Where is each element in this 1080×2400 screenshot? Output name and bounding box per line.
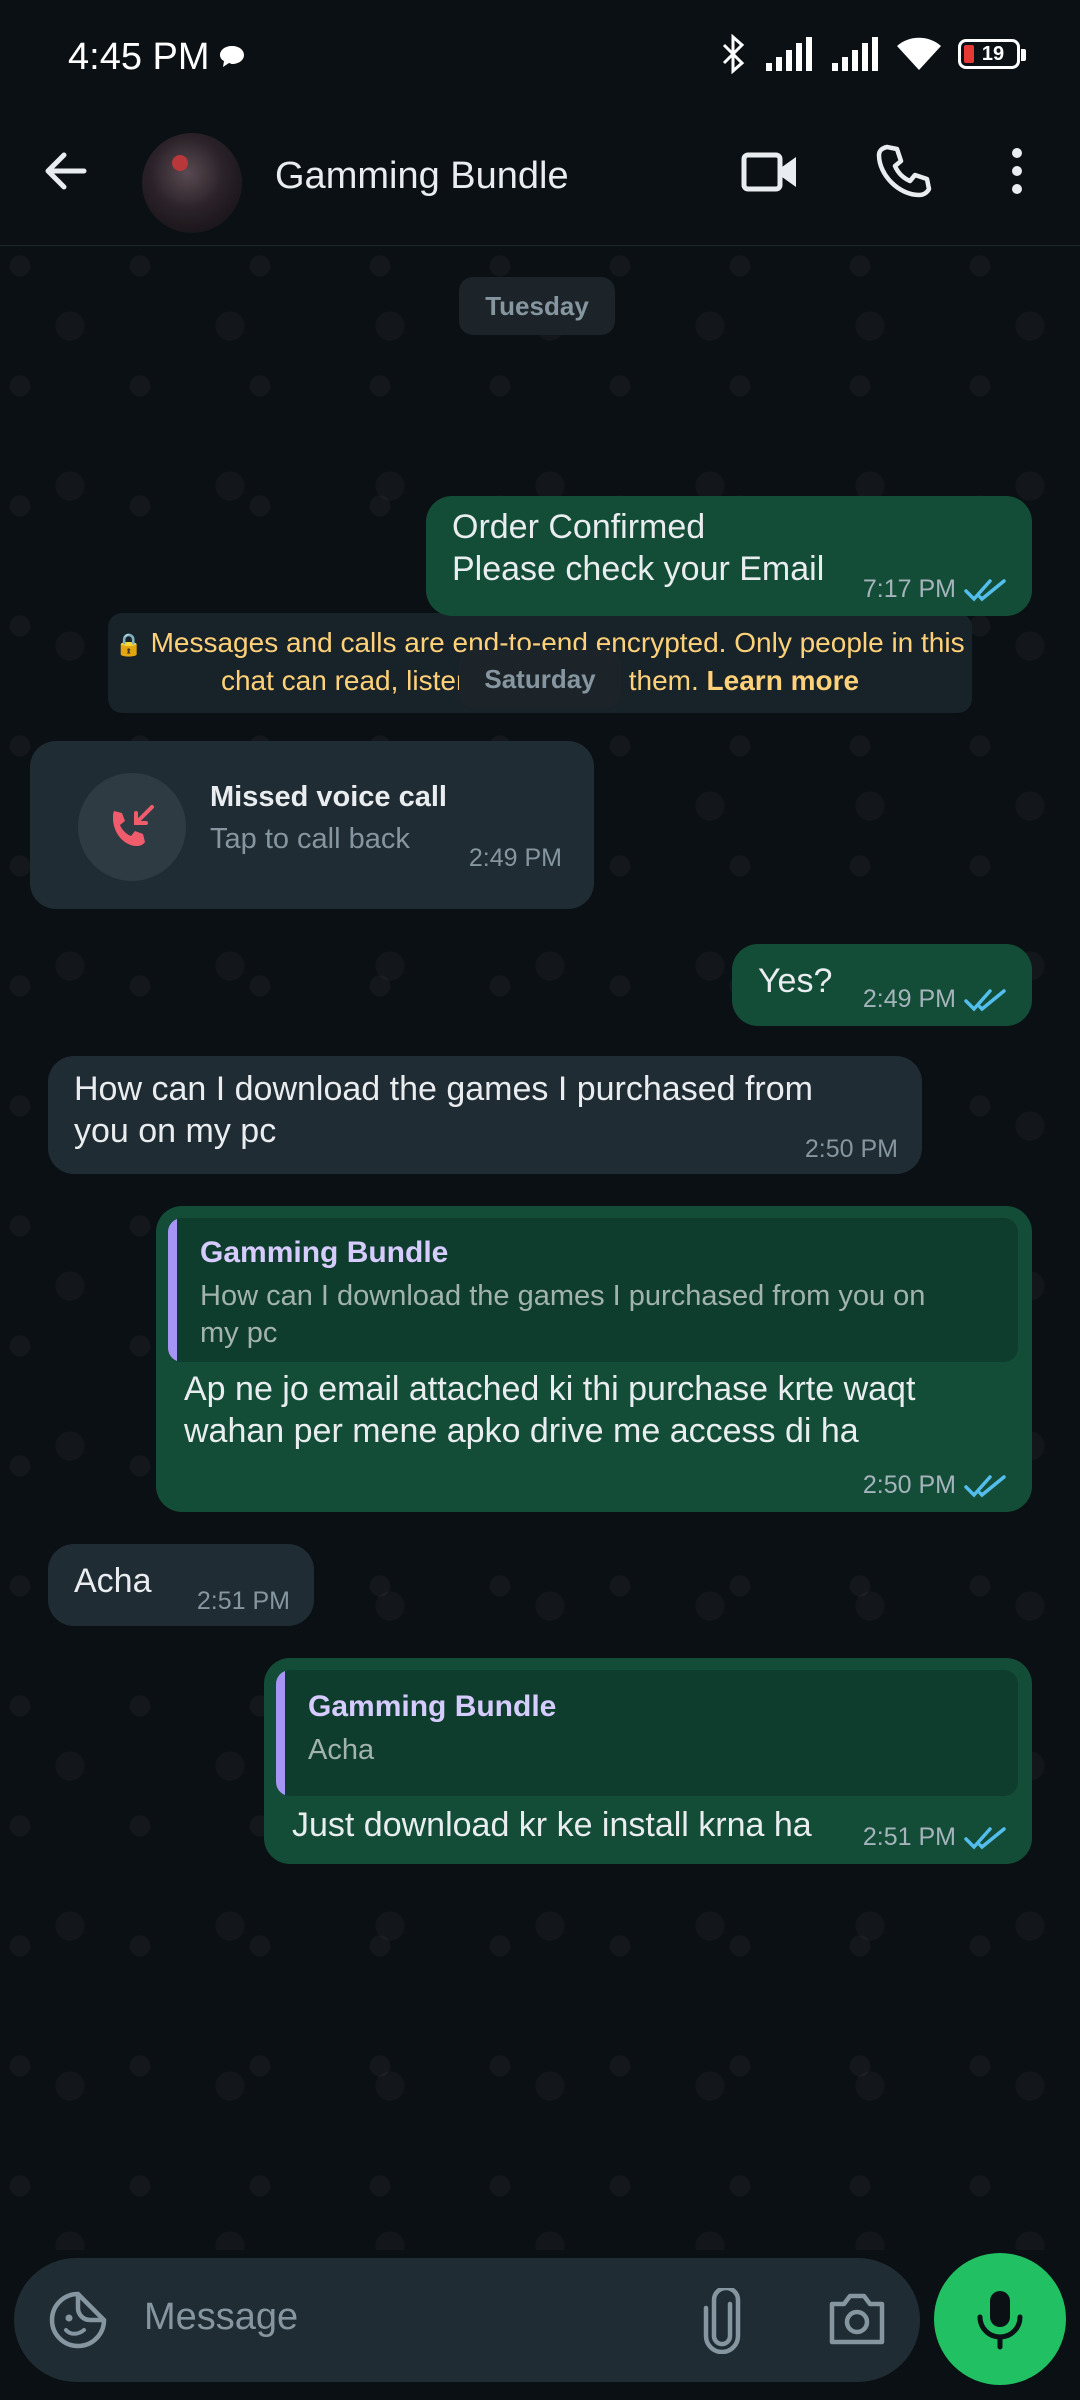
battery-icon: 19 <box>958 39 1026 69</box>
status-time: 4:45 PM <box>68 36 210 78</box>
message-line: Please check your Email <box>452 550 825 588</box>
contact-name[interactable]: Gamming Bundle <box>275 155 569 198</box>
missed-call-subtitle: Tap to call back <box>210 823 410 855</box>
avatar[interactable] <box>142 133 242 233</box>
missed-call-title: Missed voice call <box>210 781 447 813</box>
read-ticks-icon <box>964 1826 1006 1850</box>
read-ticks-icon <box>964 1474 1006 1498</box>
message-bubble-incoming[interactable]: How can I download the games I purchased… <box>48 1056 922 1174</box>
message-time: 2:51 PM <box>196 1587 290 1615</box>
message-bubble-outgoing[interactable]: Yes? 2:49 PM <box>732 944 1032 1026</box>
message-time: 2:50 PM <box>862 1471 956 1499</box>
learn-more-link[interactable]: Learn more <box>707 665 860 696</box>
missed-call-icon <box>78 773 186 881</box>
message-composer: Message <box>14 2258 920 2382</box>
quoted-message[interactable]: Gamming Bundle Acha <box>276 1670 1018 1796</box>
message-line: you on my pc <box>74 1112 277 1150</box>
quoted-line: Acha <box>308 1734 375 1766</box>
message-bubble-outgoing[interactable]: Gamming Bundle How can I download the ga… <box>156 1206 1032 1512</box>
message-bubble-outgoing[interactable]: Gamming Bundle Acha Just download kr ke … <box>264 1658 1032 1864</box>
quoted-line: How can I download the games I purchased… <box>200 1280 926 1312</box>
signal-icon-2 <box>832 37 878 71</box>
message-line: wahan per mene apko drive me access di h… <box>184 1412 859 1450</box>
message-line: How can I download the games I purchased… <box>74 1070 813 1108</box>
message-time: 2:49 PM <box>862 985 956 1013</box>
message-time: 7:17 PM <box>862 575 956 603</box>
message-bubble-incoming[interactable]: Acha 2:51 PM <box>48 1544 314 1626</box>
camera-icon[interactable] <box>826 2290 888 2348</box>
mic-icon <box>977 2291 1023 2350</box>
signal-icon <box>766 37 812 71</box>
voice-call-icon[interactable] <box>873 141 933 201</box>
message-line: Ap ne jo email attached ki thi purchase … <box>184 1370 916 1408</box>
message-bubble-outgoing[interactable]: Order Confirmed Please check your Email … <box>426 496 1032 616</box>
wifi-icon <box>897 37 941 70</box>
lock-icon: 🔒 <box>115 632 143 657</box>
read-ticks-icon <box>964 988 1006 1012</box>
message-input[interactable]: Message <box>144 2296 298 2339</box>
message-text: Yes? <box>758 962 833 1000</box>
date-chip-saturday: Saturday <box>459 650 621 708</box>
quoted-message[interactable]: Gamming Bundle How can I download the ga… <box>168 1218 1018 1362</box>
chat-notification-icon <box>220 46 244 67</box>
message-time: 2:50 PM <box>804 1135 898 1163</box>
read-ticks-icon <box>964 578 1006 602</box>
quoted-sender: Gamming Bundle <box>200 1236 449 1269</box>
video-call-icon[interactable] <box>740 141 802 203</box>
voice-message-button[interactable] <box>934 2253 1066 2385</box>
message-text: Acha <box>74 1562 152 1600</box>
battery-level: 19 <box>981 42 1005 65</box>
date-chip-tuesday: Tuesday <box>459 277 615 335</box>
status-bar: 4:45 PM 19 <box>0 0 1080 115</box>
attach-icon[interactable] <box>700 2288 744 2354</box>
message-time: 2:51 PM <box>862 1823 956 1851</box>
back-arrow-icon[interactable] <box>40 145 92 197</box>
missed-call-bubble[interactable]: Missed voice call Tap to call back 2:49 … <box>30 741 594 909</box>
more-options-icon[interactable] <box>1002 141 1032 201</box>
message-text: Just download kr ke install krna ha <box>292 1806 812 1844</box>
message-line: Order Confirmed <box>452 508 706 546</box>
bluetooth-icon <box>722 34 745 74</box>
quoted-sender: Gamming Bundle <box>308 1690 557 1723</box>
chat-area[interactable]: Tuesday 🔒 Messages and calls are end-to-… <box>0 246 1080 2250</box>
message-time: 2:49 PM <box>468 844 562 872</box>
sticker-icon[interactable] <box>48 2290 108 2350</box>
quoted-line: my pc <box>200 1317 278 1349</box>
chat-header: Gamming Bundle <box>0 115 1080 246</box>
